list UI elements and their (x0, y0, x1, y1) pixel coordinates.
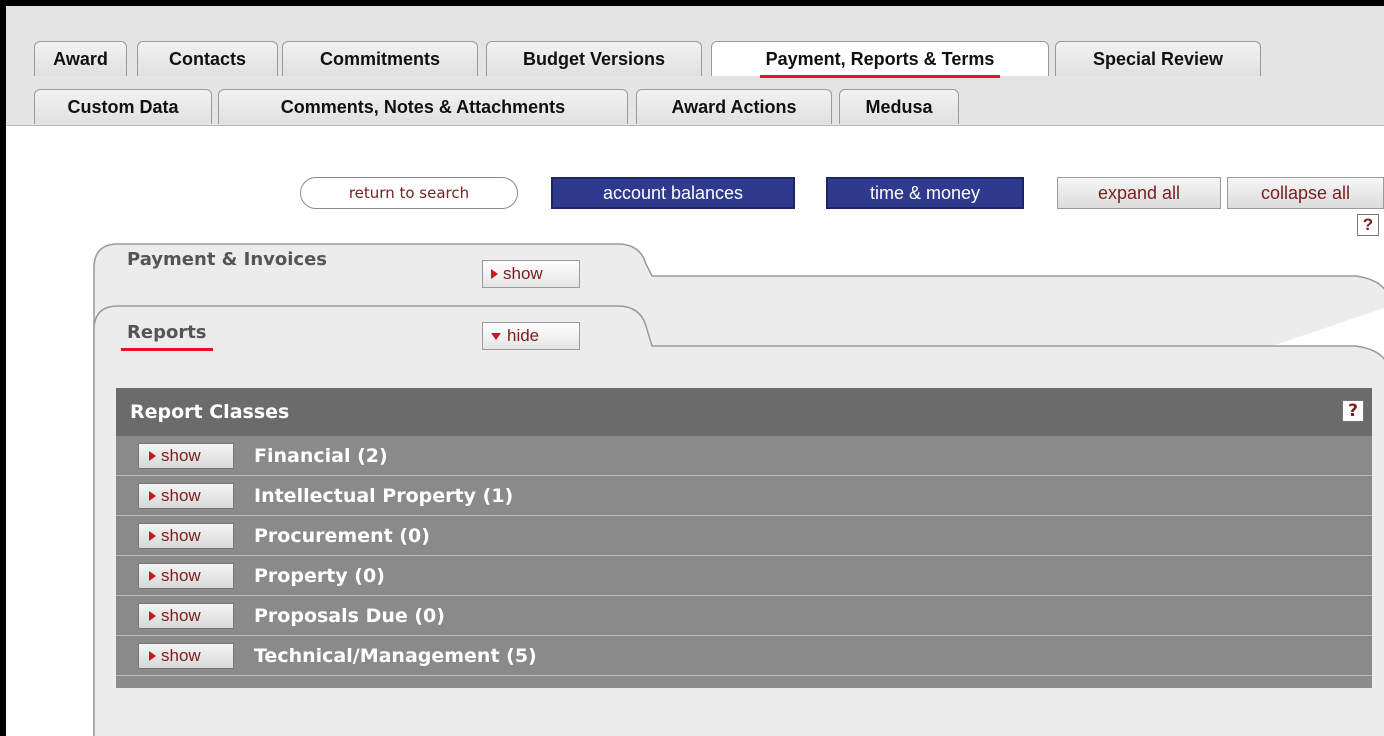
reports-hide-toggle[interactable]: hide (482, 322, 580, 350)
report-classes-title: Report Classes (130, 401, 290, 423)
toggle-label: show (503, 264, 543, 283)
expand-triangle-icon (491, 269, 498, 279)
expand-triangle-icon (149, 450, 156, 461)
report-class-show-toggle[interactable]: show (138, 562, 234, 589)
report-class-label: Property (0) (254, 564, 385, 587)
report-class-label: Financial (2) (254, 444, 388, 467)
report-class-row: show Proposals Due (0) (116, 596, 1372, 636)
expand-triangle-icon (149, 650, 156, 661)
report-class-row: show Technical/Management (5) (116, 636, 1372, 676)
report-class-label: Proposals Due (0) (254, 604, 445, 627)
report-class-row: show Property (0) (116, 556, 1372, 596)
expand-triangle-icon (149, 530, 156, 541)
report-classes-header: Report Classes ? (116, 388, 1372, 436)
reports-title: Reports (121, 322, 212, 351)
report-class-row: show Intellectual Property (1) (116, 476, 1372, 516)
report-class-show-toggle[interactable]: show (138, 482, 234, 509)
report-classes-help-icon[interactable]: ? (1342, 400, 1364, 422)
collapse-triangle-icon (491, 332, 501, 340)
payment-invoices-title: Payment & Invoices (127, 249, 328, 270)
expand-triangle-icon (149, 570, 156, 581)
report-class-label: Technical/Management (5) (254, 644, 537, 667)
toggle-label: hide (507, 326, 540, 345)
toggle-label: show (161, 485, 201, 505)
expand-triangle-icon (149, 490, 156, 501)
report-class-row: show Financial (2) (116, 436, 1372, 476)
toggle-label: show (161, 605, 201, 625)
report-class-show-toggle[interactable]: show (138, 642, 234, 669)
expand-triangle-icon (149, 610, 156, 621)
report-classes-table: Report Classes ? show Financial (2) show In… (116, 388, 1372, 688)
report-class-show-toggle[interactable]: show (138, 522, 234, 549)
report-class-label: Procurement (0) (254, 524, 430, 547)
toggle-label: show (161, 445, 201, 465)
report-class-row: show Procurement (0) (116, 516, 1372, 556)
report-class-show-toggle[interactable]: show (138, 602, 234, 629)
report-class-show-toggle[interactable]: show (138, 442, 234, 469)
toggle-label: show (161, 525, 201, 545)
toggle-label: show (161, 645, 201, 665)
payment-show-toggle[interactable]: show (482, 260, 580, 288)
toggle-label: show (161, 565, 201, 585)
report-class-label: Intellectual Property (1) (254, 484, 514, 507)
report-classes-rows: show Financial (2) show Intellectual Proper… (116, 436, 1372, 676)
app-frame: Award Contacts Commitments Budget Versio… (0, 0, 1384, 736)
